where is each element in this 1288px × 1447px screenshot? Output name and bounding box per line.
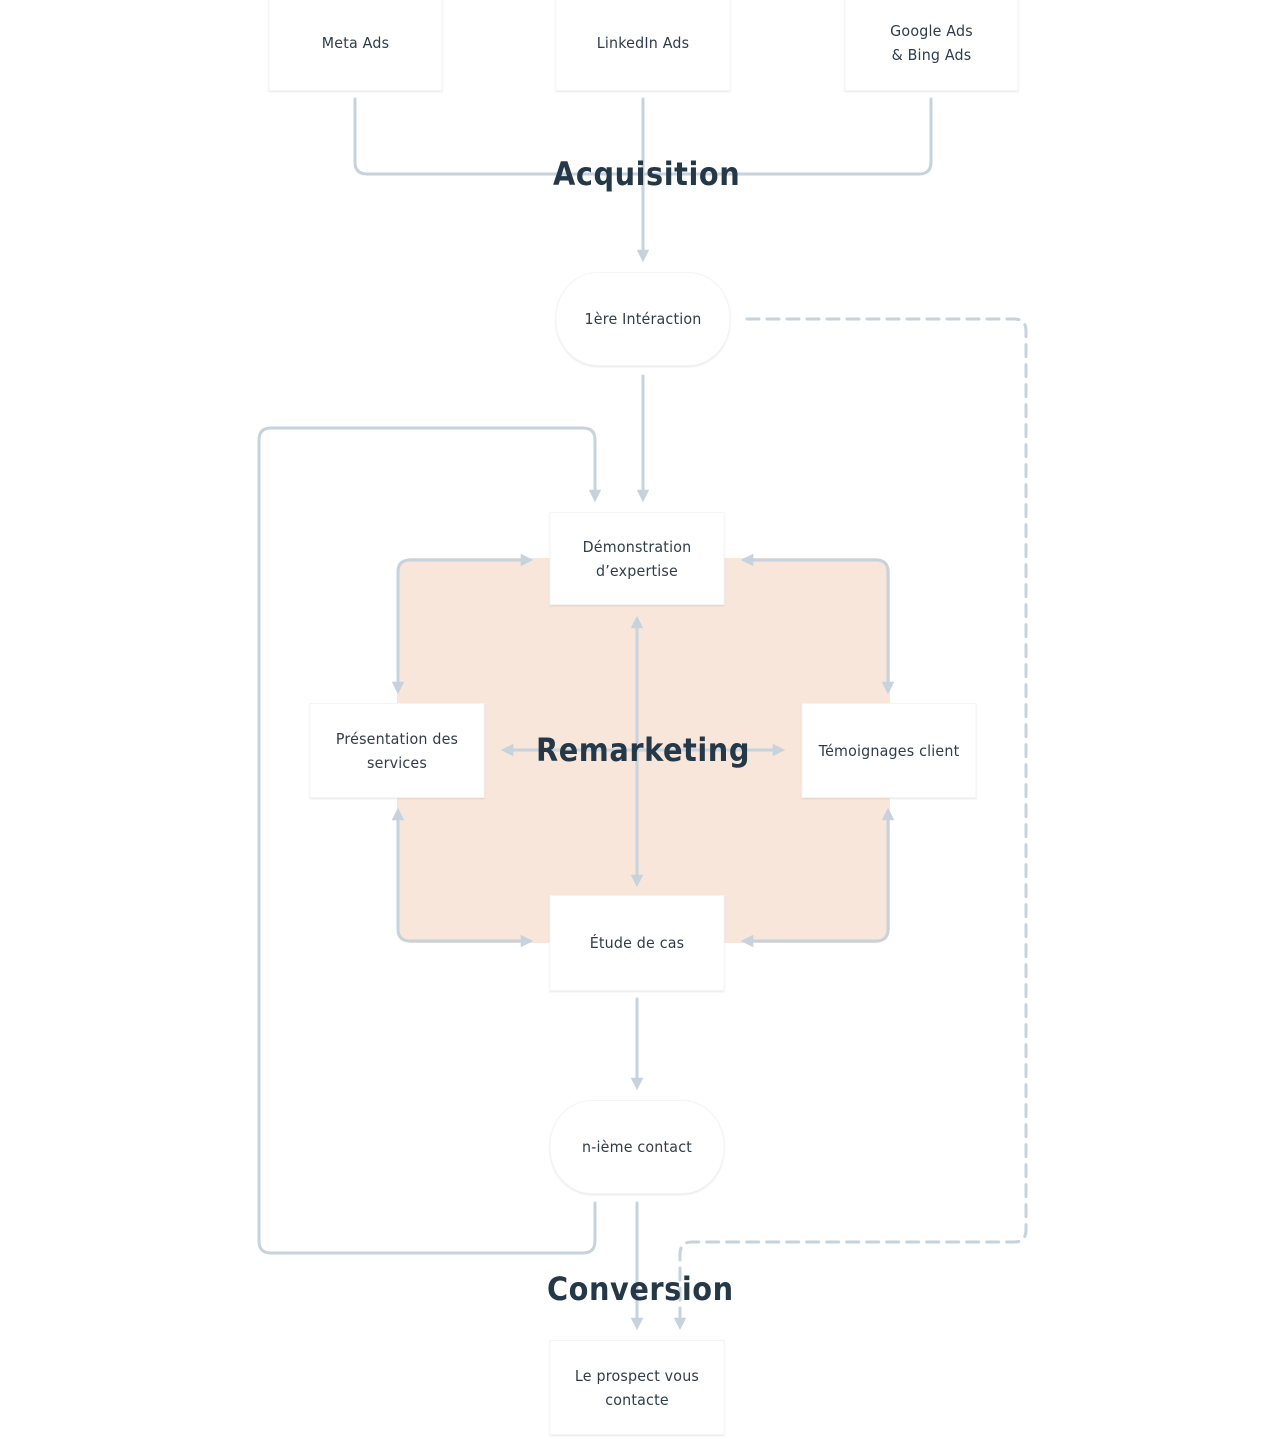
node-label: Présentation des services <box>335 729 459 772</box>
edge-nth-contact-loop-to-demo <box>257 426 602 1255</box>
stage-acquisition: Acquisition <box>553 155 741 193</box>
node-etude-de-cas[interactable]: Étude de cas <box>549 895 725 991</box>
funnel-diagram: Meta Ads LinkedIn Ads Google Ads & Bing … <box>0 0 1288 1447</box>
stage-remarketing: Remarketing <box>536 731 750 769</box>
node-label: Démonstration d’expertise <box>582 537 692 580</box>
outcome-node[interactable]: Le prospect vous contacte <box>549 1340 725 1435</box>
edge-first-interaction-to-outcome-dashed <box>673 317 1028 1331</box>
node-demonstration-expertise[interactable]: Démonstration d’expertise <box>549 512 725 605</box>
edge-left-to-study <box>391 807 534 948</box>
connectors <box>257 97 1028 1331</box>
node-label: Témoignages client <box>818 741 960 760</box>
node-temoignages-client[interactable]: Témoignages client <box>801 703 977 798</box>
edge-right-to-study <box>740 807 895 948</box>
source-meta-ads[interactable]: Meta Ads <box>268 0 443 91</box>
source-google-bing-ads[interactable]: Google Ads & Bing Ads <box>844 0 1019 91</box>
nth-contact-node[interactable]: n-ième contact <box>549 1100 725 1194</box>
node-label: Étude de cas <box>589 934 685 952</box>
edge-right-to-demo <box>740 553 895 695</box>
node-presentation-services[interactable]: Présentation des services <box>309 703 485 798</box>
source-linkedin-ads[interactable]: LinkedIn Ads <box>555 0 731 91</box>
node-label: Le prospect vous contacte <box>574 1366 700 1409</box>
node-label: n-ième contact <box>581 1138 693 1156</box>
source-label: LinkedIn Ads <box>596 33 690 52</box>
source-label: Google Ads & Bing Ads <box>890 21 973 64</box>
stage-conversion: Conversion <box>547 1270 734 1308</box>
source-label: Meta Ads <box>321 33 390 52</box>
node-label: 1ère Intéraction <box>584 310 702 328</box>
edge-left-to-demo <box>391 553 534 695</box>
first-interaction-node[interactable]: 1ère Intéraction <box>555 272 731 366</box>
